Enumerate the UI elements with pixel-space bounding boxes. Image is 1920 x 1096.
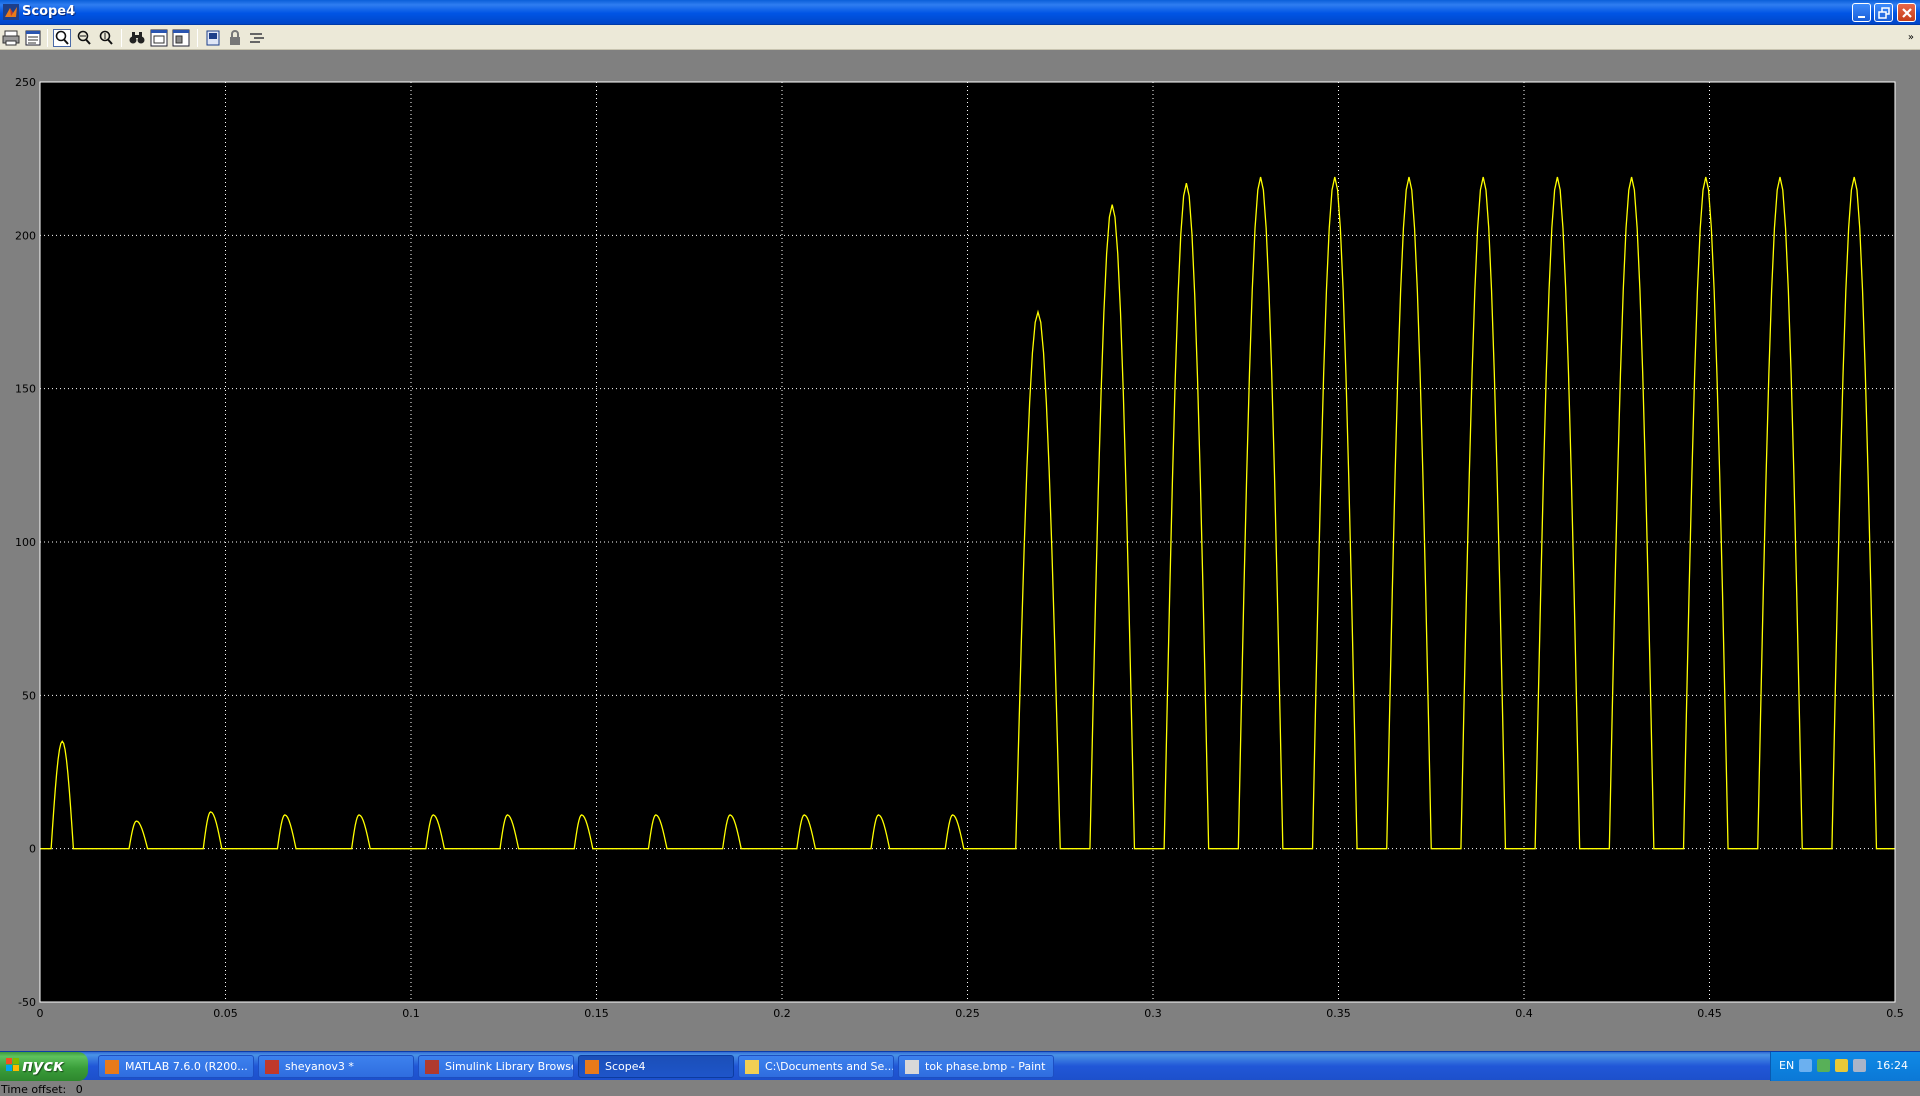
clock: 16:24 <box>1876 1059 1908 1072</box>
volume-icon[interactable] <box>1817 1059 1830 1072</box>
taskbar-item-label: C:\Documents and Se... <box>765 1060 894 1073</box>
taskbar-item[interactable]: C:\Documents and Se... <box>738 1055 894 1078</box>
x-tick-label: 0.3 <box>1144 1007 1162 1020</box>
taskbar-item[interactable]: sheyanov3 * <box>258 1055 414 1078</box>
toolbar-overflow-icon[interactable]: » <box>1908 32 1914 43</box>
time-offset-label: Time offset: <box>1 1083 67 1096</box>
minimize-icon <box>1858 16 1865 18</box>
language-indicator[interactable]: EN <box>1779 1059 1794 1072</box>
save-axes-icon[interactable] <box>150 29 168 47</box>
network-icon[interactable] <box>1799 1059 1812 1072</box>
close-button[interactable] <box>1897 3 1916 22</box>
time-offset: Time offset: 0 <box>1 1083 83 1096</box>
simulink-model-icon <box>265 1060 279 1074</box>
tray-app-icon[interactable] <box>1853 1059 1866 1072</box>
y-tick-label: 100 <box>15 536 36 549</box>
x-tick-label: 0.05 <box>213 1007 238 1020</box>
taskbar-item[interactable]: Simulink Library Browser <box>418 1055 574 1078</box>
matlab-icon <box>3 4 19 20</box>
system-tray: EN 16:24 <box>1770 1052 1920 1081</box>
y-tick-label: 0 <box>29 843 36 856</box>
y-tick-label: -50 <box>18 996 36 1009</box>
x-tick-label: 0 <box>37 1007 44 1020</box>
taskbar-item-label: tok phase.bmp - Paint <box>925 1060 1046 1073</box>
folder-icon <box>745 1060 759 1074</box>
print-icon[interactable] <box>2 29 20 47</box>
simulink-library-icon <box>425 1060 439 1074</box>
scope-toolbar: » <box>0 25 1920 50</box>
restore-icon <box>1878 7 1890 19</box>
windows-flag-icon <box>6 1058 19 1071</box>
lock-axes-icon[interactable] <box>226 29 244 47</box>
taskbar-item-label: sheyanov3 * <box>285 1060 354 1073</box>
y-tick-label: 250 <box>15 76 36 89</box>
taskbar-item[interactable]: MATLAB 7.6.0 (R200... <box>98 1055 254 1078</box>
taskbar-item-label: Simulink Library Browser <box>445 1060 574 1073</box>
scope-chart[interactable]: 0 0.05 0.1 0.15 0.2 0.25 0.3 0.35 0.4 0.45 0.5-500… <box>0 51 1920 1051</box>
x-tick-label: 0.2 <box>773 1007 791 1020</box>
matlab-icon <box>105 1060 119 1074</box>
autoscale-icon[interactable] <box>128 29 146 47</box>
minimize-button[interactable] <box>1852 3 1871 22</box>
window-title: Scope4 <box>22 4 76 19</box>
parameters-icon[interactable] <box>24 29 42 47</box>
taskbar: пуск MATLAB 7.6.0 (R200... sheyanov3 * Sim… <box>0 1051 1920 1081</box>
floating-scope-icon[interactable] <box>204 29 222 47</box>
scope-plot-area: 0 0.05 0.1 0.15 0.2 0.25 0.3 0.35 0.4 0.45 0.5 -50 0… <box>0 51 1920 1096</box>
warning-icon[interactable] <box>1835 1059 1848 1072</box>
zoom-icon[interactable] <box>53 29 71 47</box>
signal-selection-icon[interactable] <box>248 29 266 47</box>
time-offset-value: 0 <box>75 1083 83 1096</box>
taskbar-item-label: MATLAB 7.6.0 (R200... <box>125 1060 248 1073</box>
start-button[interactable]: пуск <box>0 1052 88 1081</box>
x-tick-label: 0.35 <box>1326 1007 1351 1020</box>
zoom-y-icon[interactable] <box>97 29 115 47</box>
taskbar-item[interactable]: tok phase.bmp - Paint <box>898 1055 1054 1078</box>
restore-button[interactable] <box>1874 3 1893 22</box>
taskbar-item[interactable]: Scope4 <box>578 1055 734 1078</box>
x-tick-label: 0.15 <box>584 1007 609 1020</box>
x-tick-label: 0.4 <box>1515 1007 1533 1020</box>
taskbar-item-label: Scope4 <box>605 1060 646 1073</box>
matlab-icon <box>585 1060 599 1074</box>
y-tick-label: 50 <box>22 689 36 702</box>
start-label: пуск <box>22 1056 64 1075</box>
x-tick-label: 0.45 <box>1697 1007 1722 1020</box>
x-tick-label: 0.5 <box>1886 1007 1904 1020</box>
title-bar[interactable]: Scope4 <box>0 0 1920 25</box>
x-tick-label: 0.25 <box>955 1007 980 1020</box>
y-tick-label: 150 <box>15 383 36 396</box>
restore-axes-icon[interactable] <box>172 29 190 47</box>
paint-icon <box>905 1060 919 1074</box>
y-tick-label: 200 <box>15 229 36 242</box>
x-tick-label: 0.1 <box>402 1007 420 1020</box>
zoom-x-icon[interactable] <box>75 29 93 47</box>
close-icon <box>1902 8 1912 18</box>
